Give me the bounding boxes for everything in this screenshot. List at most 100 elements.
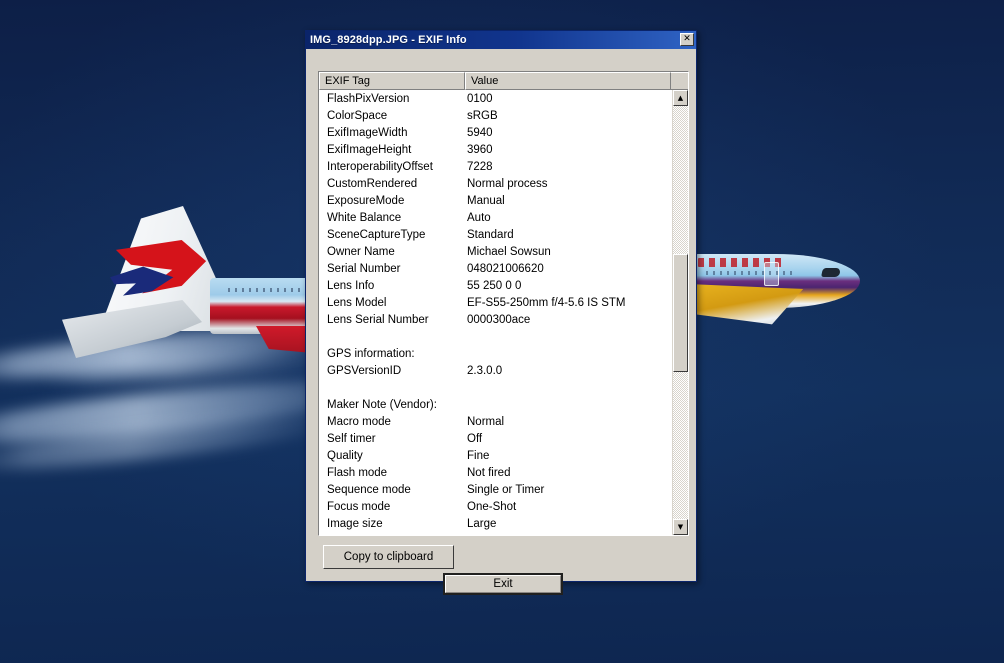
cell-exif-tag: SceneCaptureType (327, 229, 426, 241)
table-row[interactable] (319, 329, 672, 346)
desktop-wallpaper: IMG_8928dpp.JPG - EXIF Info ✕ EXIF Tag V… (0, 0, 1004, 663)
table-row[interactable]: Image size Large (319, 516, 672, 533)
table-row[interactable]: Self timer Off (319, 431, 672, 448)
list-header-row: EXIF Tag Value (319, 72, 688, 90)
column-header-value[interactable]: Value (465, 72, 671, 90)
table-row[interactable]: Lens Serial Number 0000300ace (319, 312, 672, 329)
table-row[interactable]: GPS information: (319, 346, 672, 363)
table-row[interactable]: InteroperabilityOffset 7228 (319, 159, 672, 176)
table-row[interactable]: Focus mode One-Shot (319, 499, 672, 516)
table-row[interactable]: Serial Number 048021006620 (319, 261, 672, 278)
cell-value: Standard (467, 229, 514, 241)
cell-value: EF-S55-250mm f/4-5.6 IS STM (467, 297, 626, 309)
exit-button[interactable]: Exit (443, 573, 563, 595)
cell-exif-tag: Image size (327, 518, 383, 530)
scrollbar-track-lower[interactable] (673, 372, 688, 519)
cockpit-window (821, 268, 841, 277)
column-header-exif-tag[interactable]: EXIF Tag (319, 72, 465, 90)
cell-exif-tag: GPSVersionID (327, 365, 402, 377)
cell-value: Manual (465, 533, 672, 535)
cell-exif-tag: ExposureMode (327, 195, 405, 207)
cell-value (465, 397, 672, 414)
scrollbar-track-upper[interactable] (673, 106, 688, 254)
table-row[interactable]: Flash mode Not fired (319, 465, 672, 482)
table-row[interactable]: CustomRendered Normal process (319, 176, 672, 193)
airplane-right (688, 250, 872, 330)
cell-value: sRGB (467, 110, 498, 122)
exif-list-view: EXIF Tag Value FlashPixVersion 0100 ColorS… (318, 71, 689, 536)
cell-exif-tag: Lens Serial Number (327, 314, 429, 326)
table-row[interactable]: Sequence mode Single or Timer (319, 482, 672, 499)
cell-value: Michael Sowsun (467, 246, 551, 258)
table-row[interactable]: Maker Note (Vendor): (319, 397, 672, 414)
table-row[interactable]: Lens Info 55 250 0 0 (319, 278, 672, 295)
header-corner-filler (671, 72, 688, 90)
cell-exif-tag: Macro mode (327, 416, 391, 428)
table-row[interactable] (319, 380, 672, 397)
cell-value (465, 380, 672, 397)
cell-value: 55 250 0 0 (467, 280, 522, 292)
cell-value: One-Shot (467, 501, 517, 513)
cell-value: 2.3.0.0 (467, 365, 503, 377)
table-row[interactable]: Quality Fine (319, 448, 672, 465)
cell-exif-tag: FlashPixVersion (327, 93, 410, 105)
cell-value: Normal process (467, 178, 548, 190)
table-row[interactable]: ExposureMode Manual (319, 193, 672, 210)
table-row[interactable]: ExifImageWidth 5940 (319, 125, 672, 142)
cell-value (465, 329, 672, 346)
cell-value: 7228 (467, 161, 493, 173)
cell-exif-tag: Focus mode (327, 501, 391, 513)
table-row[interactable]: Lens Model EF-S55-250mm f/4-5.6 IS STM (319, 295, 672, 312)
cell-exif-tag: GPS information: (327, 348, 415, 360)
dialog-titlebar[interactable]: IMG_8928dpp.JPG - EXIF Info ✕ (306, 31, 696, 49)
cell-exif-tag: ExifImageWidth (327, 127, 408, 139)
table-row[interactable]: White Balance Auto (319, 210, 672, 227)
cell-exif-tag: Easy shooting mode (319, 533, 465, 535)
vertical-scrollbar[interactable]: ▲ ▼ (672, 90, 688, 535)
cell-value: 0100 (467, 93, 493, 105)
cell-exif-tag: Sequence mode (327, 484, 411, 496)
cell-exif-tag: Owner Name (327, 246, 395, 258)
cell-exif-tag: Lens Model (327, 297, 387, 309)
cell-value: Off (467, 433, 483, 445)
cell-exif-tag: InteroperabilityOffset (327, 161, 433, 173)
cell-value: Single or Timer (467, 484, 545, 496)
cell-exif-tag: Self timer (327, 433, 376, 445)
horizontal-stabilizer (62, 300, 202, 358)
cell-value: 0000300ace (467, 314, 531, 326)
table-row[interactable]: ColorSpace sRGB (319, 108, 672, 125)
table-row[interactable]: SceneCaptureType Standard (319, 227, 672, 244)
scroll-down-icon[interactable]: ▼ (673, 519, 688, 535)
cell-exif-tag: White Balance (327, 212, 402, 224)
cell-value: 048021006620 (467, 263, 544, 275)
table-row[interactable]: GPSVersionID 2.3.0.0 (319, 363, 672, 380)
table-row[interactable]: Macro mode Normal (319, 414, 672, 431)
cabin-door (764, 262, 779, 286)
cell-exif-tag: Quality (327, 450, 363, 462)
cell-value: Fine (467, 450, 490, 462)
cell-exif-tag (319, 329, 465, 346)
cell-value: Normal (467, 416, 505, 428)
table-row[interactable]: Easy shooting modeManual (319, 533, 672, 535)
copy-to-clipboard-button[interactable]: Copy to clipboard (323, 545, 454, 569)
table-row[interactable]: Owner Name Michael Sowsun (319, 244, 672, 261)
close-icon[interactable]: ✕ (680, 33, 694, 46)
cell-value: Large (467, 518, 497, 530)
scrollbar-thumb[interactable] (673, 254, 688, 372)
cell-value: Auto (467, 212, 491, 224)
cell-value (465, 346, 672, 363)
cell-exif-tag: Maker Note (Vendor): (327, 399, 437, 411)
list-scroll-area: FlashPixVersion 0100 ColorSpace sRGB ExifIma… (319, 90, 688, 535)
cell-exif-tag: Flash mode (327, 467, 388, 479)
cell-exif-tag: Serial Number (327, 263, 401, 275)
table-row[interactable]: FlashPixVersion 0100 (319, 91, 672, 108)
cell-value: 3960 (467, 144, 493, 156)
scroll-up-icon[interactable]: ▲ (673, 90, 688, 106)
cell-exif-tag (319, 380, 465, 397)
cell-value: 5940 (467, 127, 493, 139)
exif-rows: FlashPixVersion 0100 ColorSpace sRGB ExifIma… (319, 90, 672, 535)
cell-exif-tag: ExifImageHeight (327, 144, 412, 156)
table-row[interactable]: ExifImageHeight 3960 (319, 142, 672, 159)
dialog-title: IMG_8928dpp.JPG - EXIF Info (310, 34, 467, 46)
cell-exif-tag: CustomRendered (327, 178, 418, 190)
